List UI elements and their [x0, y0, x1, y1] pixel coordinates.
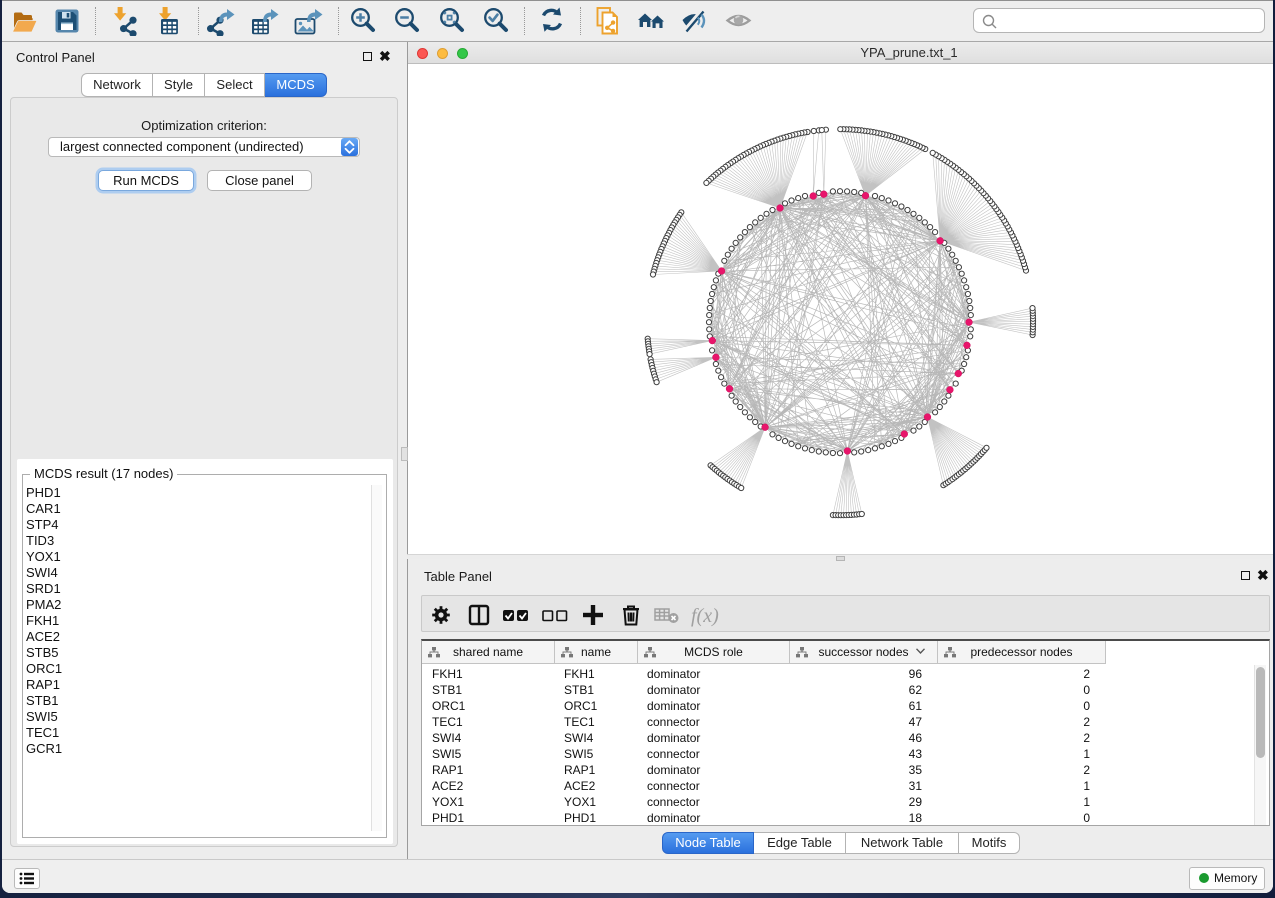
- svg-text:f(x): f(x): [691, 605, 719, 627]
